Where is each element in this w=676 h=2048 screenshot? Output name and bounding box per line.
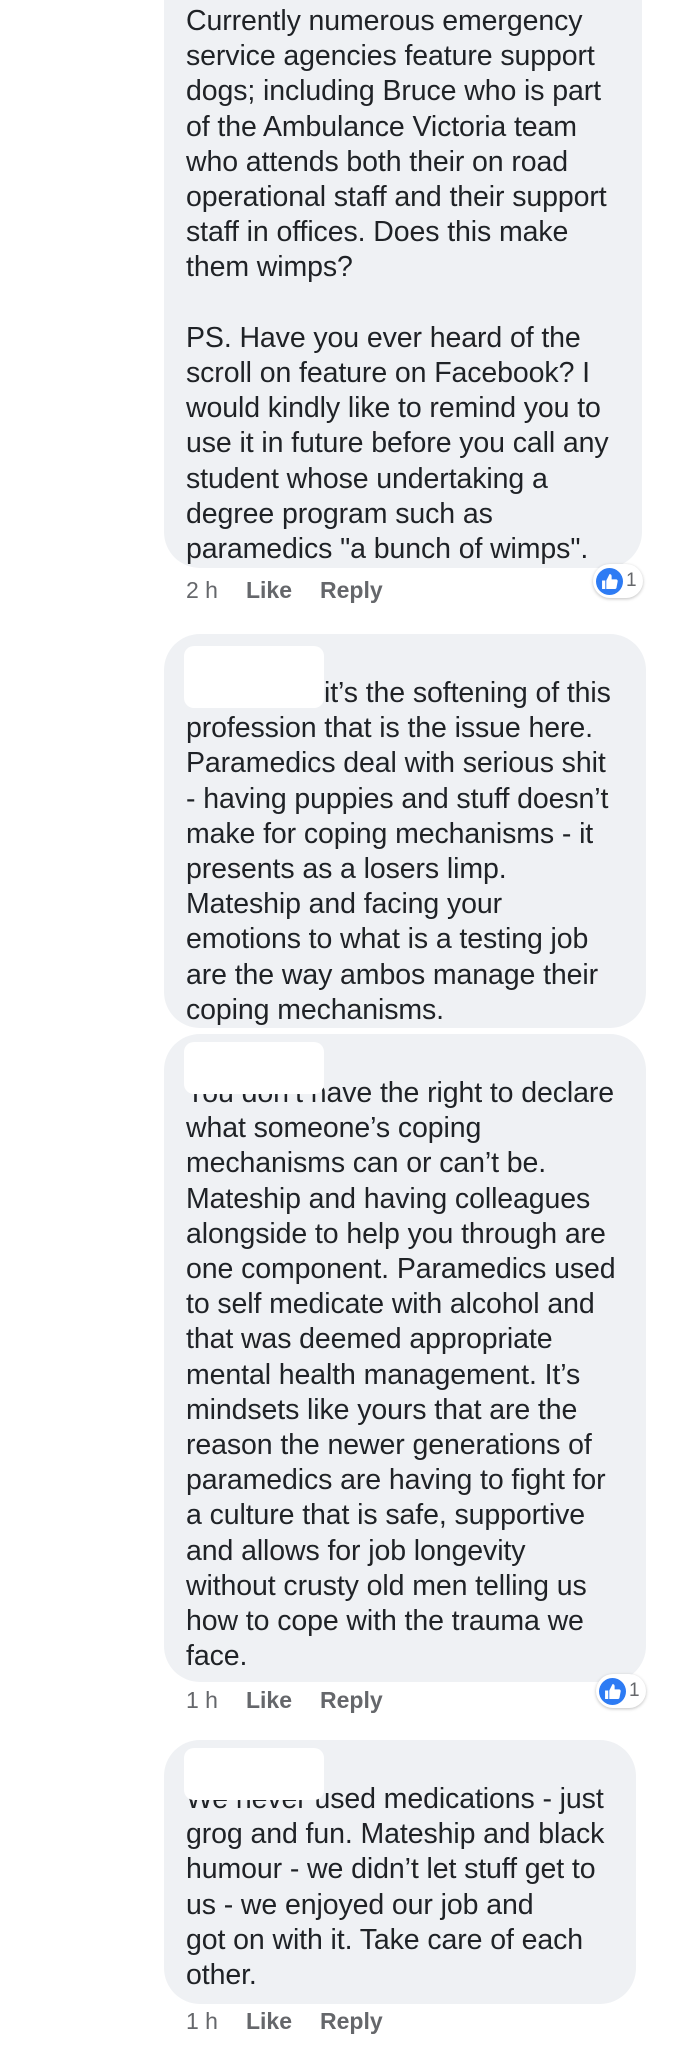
like-link[interactable]: Like xyxy=(246,1687,292,1714)
redacted-commenter-name xyxy=(184,1042,324,1094)
like-link[interactable]: Like xyxy=(246,2008,292,2035)
comment-actions: 1 h Like Reply xyxy=(186,2008,383,2035)
reaction-badge[interactable]: 1 xyxy=(593,564,643,598)
reply-link[interactable]: Reply xyxy=(320,577,383,604)
comment-actions: 1 h Like Reply xyxy=(186,1687,383,1714)
comment-text: Currently numerous emergency service age… xyxy=(186,5,609,566)
comment-bubble: it’s the softening of this profession th… xyxy=(164,634,646,1028)
comment-timestamp: 1 h xyxy=(186,2008,218,2034)
reply-link[interactable]: Reply xyxy=(320,2008,383,2035)
comment-actions: 2 h Like Reply xyxy=(186,577,383,604)
reaction-count: 1 xyxy=(626,570,637,591)
reaction-count: 1 xyxy=(629,1680,640,1701)
comment-bubble: We never used medications - just grog an… xyxy=(164,1740,636,2004)
comment-text: You don’t have the right to declare what… xyxy=(186,1077,616,1673)
like-reaction-icon xyxy=(599,1677,626,1705)
like-reaction-icon xyxy=(596,567,623,595)
comment-timestamp: 2 h xyxy=(186,577,218,603)
redacted-commenter-name xyxy=(184,1748,324,1800)
comment-bubble: Currently numerous emergency service age… xyxy=(164,0,642,568)
comment-timestamp: 1 h xyxy=(186,1687,218,1713)
like-link[interactable]: Like xyxy=(246,577,292,604)
redacted-commenter-name xyxy=(184,646,324,708)
reaction-badge[interactable]: 1 xyxy=(596,1674,646,1708)
reply-link[interactable]: Reply xyxy=(320,1687,383,1714)
comment-bubble: You don’t have the right to declare what… xyxy=(164,1034,646,1682)
